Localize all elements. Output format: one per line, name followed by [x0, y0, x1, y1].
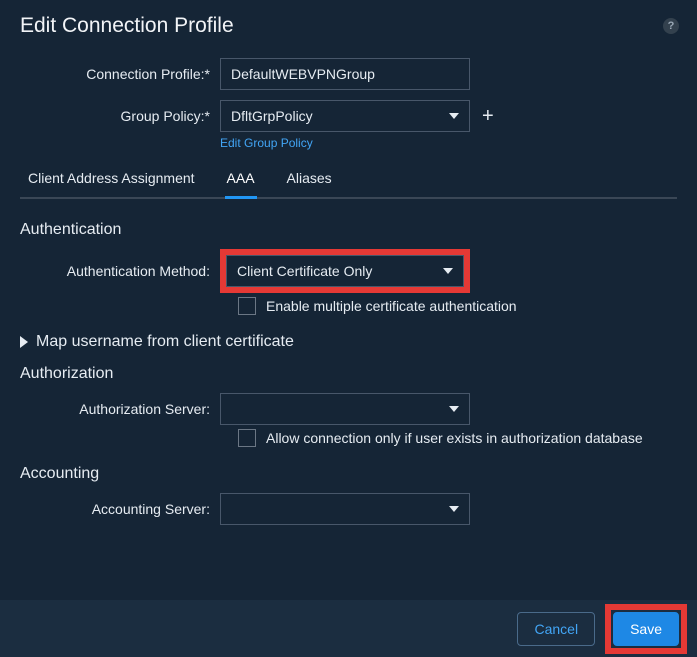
- allow-connection-label: Allow connection only if user exists in …: [266, 430, 643, 446]
- accounting-heading: Accounting: [20, 465, 677, 483]
- enable-multiple-cert-checkbox[interactable]: [238, 297, 256, 315]
- group-policy-select[interactable]: DfltGrpPolicy: [220, 100, 470, 132]
- map-username-label: Map username from client certificate: [36, 333, 294, 351]
- authorization-heading: Authorization: [20, 365, 677, 383]
- chevron-down-icon: [449, 506, 459, 512]
- tab-bar: Client Address Assignment AAA Aliases: [20, 164, 677, 199]
- authorization-server-label: Authorization Server:: [20, 401, 220, 417]
- tab-aaa[interactable]: AAA: [225, 164, 257, 199]
- chevron-down-icon: [443, 268, 453, 274]
- enable-multiple-cert-label: Enable multiple certificate authenticati…: [266, 298, 517, 314]
- authentication-method-select[interactable]: Client Certificate Only: [226, 255, 464, 287]
- tab-client-address-assignment[interactable]: Client Address Assignment: [26, 164, 197, 197]
- cancel-button[interactable]: Cancel: [517, 612, 595, 646]
- highlight-authentication-method: Client Certificate Only: [220, 249, 470, 293]
- authorization-server-select[interactable]: [220, 393, 470, 425]
- chevron-down-icon: [449, 406, 459, 412]
- group-policy-value: DfltGrpPolicy: [231, 108, 313, 124]
- allow-connection-checkbox[interactable]: [238, 429, 256, 447]
- connection-profile-input[interactable]: [220, 58, 470, 90]
- connection-profile-label: Connection Profile:*: [20, 66, 220, 82]
- group-policy-label: Group Policy:*: [20, 108, 220, 124]
- help-icon[interactable]: ?: [663, 18, 679, 34]
- chevron-down-icon: [449, 113, 459, 119]
- authentication-method-label: Authentication Method:: [20, 263, 220, 279]
- triangle-right-icon: [20, 336, 28, 348]
- edit-connection-profile-dialog: Edit Connection Profile ? Connection Pro…: [0, 0, 697, 657]
- map-username-expander[interactable]: Map username from client certificate: [20, 333, 677, 351]
- save-button[interactable]: Save: [613, 612, 679, 646]
- accounting-server-select[interactable]: [220, 493, 470, 525]
- dialog-footer: Cancel Save: [0, 600, 697, 657]
- dialog-titlebar: Edit Connection Profile ?: [0, 0, 697, 58]
- highlight-save: Save: [605, 604, 687, 654]
- authentication-method-value: Client Certificate Only: [237, 263, 372, 279]
- tab-aliases[interactable]: Aliases: [285, 164, 334, 197]
- authentication-heading: Authentication: [20, 221, 677, 239]
- edit-group-policy-link[interactable]: Edit Group Policy: [220, 136, 677, 150]
- accounting-server-label: Accounting Server:: [20, 501, 220, 517]
- add-group-policy-icon[interactable]: +: [482, 106, 494, 126]
- dialog-title: Edit Connection Profile: [20, 14, 234, 38]
